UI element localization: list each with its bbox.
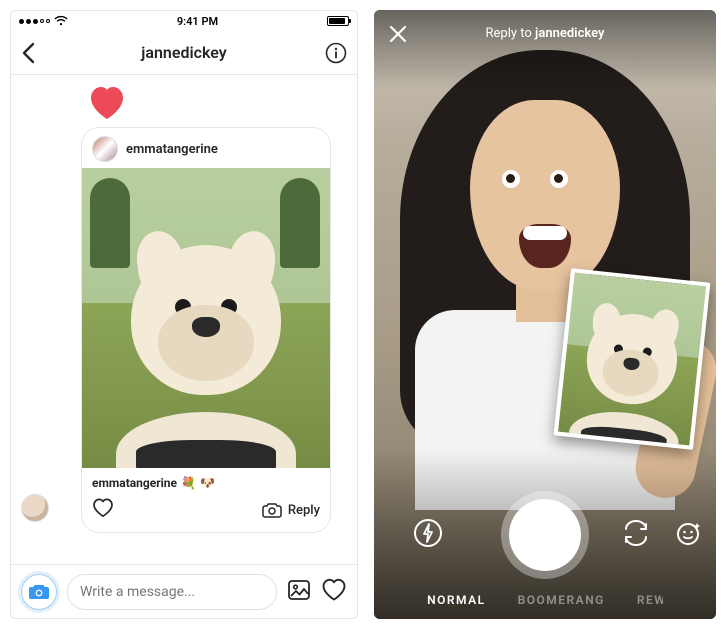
heart-outline-icon <box>321 578 347 602</box>
switch-camera-button[interactable] <box>621 519 651 551</box>
info-icon <box>325 42 347 64</box>
battery-icon <box>327 16 349 26</box>
camera-mode-strip[interactable]: NORMAL BOOMERANG REW <box>374 593 716 607</box>
reply-username: jannedickey <box>535 26 604 41</box>
bouquet-emoji: 💐 <box>181 476 196 490</box>
nav-bar: jannedickey <box>11 31 357 75</box>
face-filter-icon <box>675 519 703 547</box>
heart-reaction <box>87 85 127 121</box>
switch-camera-icon <box>621 520 651 546</box>
like-button[interactable] <box>321 578 347 606</box>
sender-avatar[interactable] <box>21 494 49 522</box>
dog-emoji: 🐶 <box>200 476 215 490</box>
reply-sticker[interactable] <box>554 268 711 450</box>
gallery-button[interactable] <box>287 579 311 605</box>
author-avatar[interactable] <box>92 136 118 162</box>
caption-username: emmatangerine <box>92 476 177 490</box>
post-caption: emmatangerine 💐 🐶 <box>82 468 330 494</box>
signal-dots-icon <box>19 19 50 24</box>
wifi-icon <box>54 16 68 26</box>
card-header: emmatangerine <box>82 128 330 168</box>
back-button[interactable] <box>21 42 49 64</box>
like-post-button[interactable] <box>92 498 114 522</box>
post-image[interactable] <box>82 168 330 468</box>
heart-icon <box>87 85 127 121</box>
face-filters-button[interactable] <box>675 519 703 551</box>
heart-outline-icon <box>92 498 114 518</box>
top-gradient <box>374 10 716 90</box>
mode-boomerang[interactable]: BOOMERANG <box>518 593 605 607</box>
reply-prefix: Reply to <box>486 26 536 41</box>
author-username[interactable]: emmatangerine <box>126 142 218 157</box>
shared-post-card[interactable]: emmatangerine emmatangerin <box>81 127 331 533</box>
camera-icon <box>28 583 50 601</box>
status-bar: 9:41 PM <box>11 11 357 31</box>
mode-normal[interactable]: NORMAL <box>427 593 486 607</box>
conversation-title: jannedickey <box>49 43 319 62</box>
message-thread[interactable]: emmatangerine emmatangerin <box>11 75 357 564</box>
status-left <box>19 16 68 26</box>
camera-reply-screen: Reply to jannedickey NORMAL BOOMERANG <box>374 10 716 619</box>
card-footer: Reply <box>82 494 330 532</box>
message-input[interactable] <box>67 574 277 610</box>
camera-button[interactable] <box>21 574 57 610</box>
sender-avatar-row <box>21 494 49 522</box>
camera-controls <box>374 499 716 571</box>
info-button[interactable] <box>319 42 347 64</box>
composer <box>11 564 357 618</box>
dm-screen: 9:41 PM jannedickey e <box>10 10 358 619</box>
gallery-icon <box>287 579 311 601</box>
status-right <box>327 16 349 26</box>
mode-rewind-partial[interactable]: REW <box>637 593 663 607</box>
reply-to-label: Reply to jannedickey <box>374 26 716 41</box>
flash-off-icon <box>413 518 443 548</box>
reply-button[interactable]: Reply <box>262 502 320 518</box>
camera-outline-icon <box>262 502 282 518</box>
shutter-button[interactable] <box>509 499 581 571</box>
flash-button[interactable] <box>413 518 443 552</box>
status-time: 9:41 PM <box>177 15 218 28</box>
reply-label: Reply <box>288 503 320 518</box>
chevron-left-icon <box>21 42 35 64</box>
